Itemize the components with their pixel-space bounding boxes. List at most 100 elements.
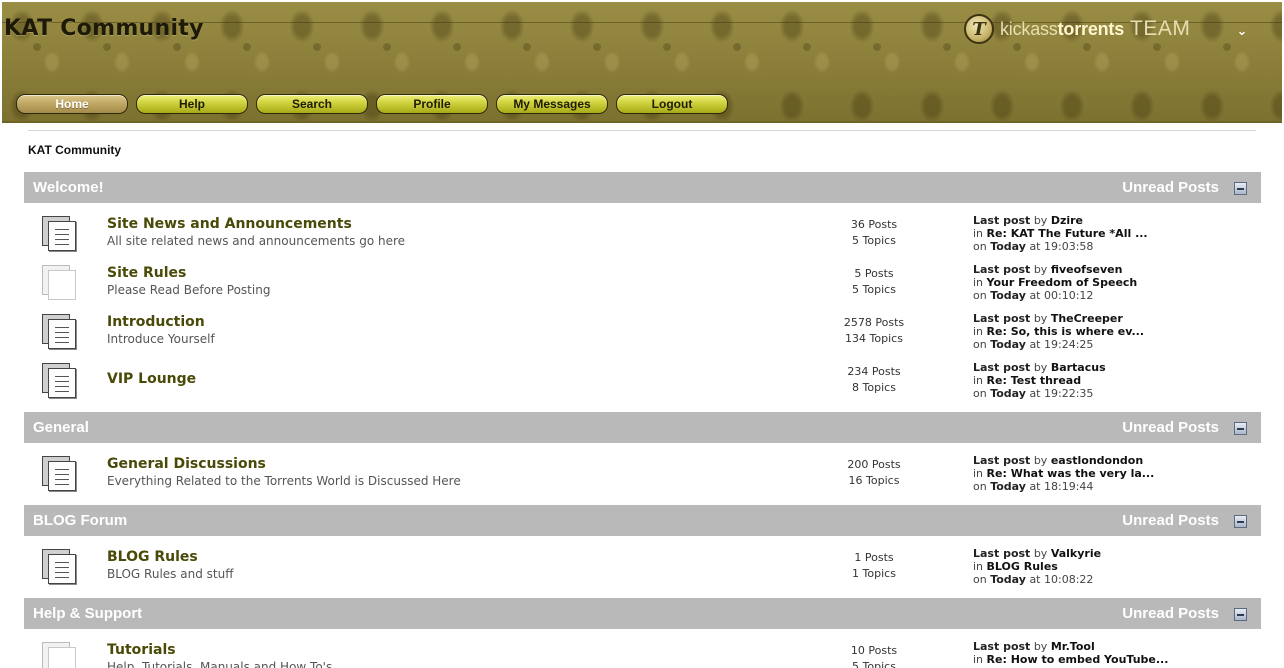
- last-post-time-line: on Today at 19:22:35: [973, 387, 1106, 400]
- last-post-topic-link[interactable]: Your Freedom of Speech: [987, 276, 1138, 289]
- doc-line: [55, 484, 69, 485]
- forum-title-link[interactable]: Site Rules: [107, 265, 186, 281]
- category-title[interactable]: General: [33, 419, 89, 436]
- post-count: 234 Posts: [847, 365, 901, 378]
- forum-title-link[interactable]: Introduction: [107, 314, 205, 330]
- nav-my-messages-button[interactable]: My Messages: [496, 94, 608, 114]
- logo-team: TEAM: [1130, 17, 1191, 40]
- collapse-icon[interactable]: [1234, 608, 1247, 621]
- unread-posts-link[interactable]: Unread Posts: [1122, 179, 1219, 196]
- unread-posts-link[interactable]: Unread Posts: [1122, 419, 1219, 436]
- forum-title-link[interactable]: Site News and Announcements: [107, 216, 352, 232]
- post-count: 36 Posts: [850, 218, 898, 231]
- last-post-time-line: on Today at 00:10:12: [973, 289, 1137, 302]
- doc-front-shape: [48, 221, 76, 251]
- category-title[interactable]: BLOG Forum: [33, 512, 127, 529]
- breadcrumb[interactable]: KAT Community: [28, 143, 121, 157]
- forum-description: All site related news and announcements …: [107, 234, 406, 248]
- forum-description: Introduce Yourself: [107, 332, 215, 346]
- last-post-label: Last post: [973, 312, 1031, 325]
- last-post-user-link[interactable]: Mr.Tool: [1051, 640, 1095, 653]
- last-post-info: Last post by fiveofseven in Your Freedom …: [973, 263, 1137, 302]
- last-post-topic-link[interactable]: Re: KAT The Future *All ...: [987, 227, 1148, 240]
- doc-line: [55, 479, 69, 480]
- last-post-user-link[interactable]: fiveofseven: [1051, 263, 1123, 276]
- last-post-label: Last post: [973, 454, 1031, 467]
- topic-count: 8 Topics: [852, 381, 896, 394]
- category-title[interactable]: Help & Support: [33, 605, 142, 622]
- forum-row: Site News and Announcements All site rela…: [24, 209, 1261, 258]
- forum-title-link[interactable]: VIP Lounge: [107, 371, 196, 387]
- nav-profile-button[interactable]: Profile: [376, 94, 488, 114]
- in-label: in: [973, 560, 984, 573]
- forum-title-link[interactable]: BLOG Rules: [107, 549, 198, 565]
- at-label: at: [1029, 480, 1041, 493]
- last-post-time-line: on Today at 10:08:22: [973, 573, 1101, 586]
- logo-badge-icon: T: [964, 14, 994, 44]
- nav-home-button[interactable]: Home: [16, 94, 128, 114]
- on-label: on: [973, 573, 987, 586]
- doc-line: [55, 381, 69, 382]
- unread-posts-link[interactable]: Unread Posts: [1122, 605, 1219, 622]
- forum-unread-icon: [40, 361, 80, 401]
- last-post-user-link[interactable]: Bartacus: [1051, 361, 1106, 374]
- post-count: 200 Posts: [847, 458, 901, 471]
- last-post-user-link[interactable]: Dzire: [1051, 214, 1083, 227]
- last-post-info: Last post by Valkyrie in BLOG Rules on Tod…: [973, 547, 1101, 586]
- last-post-label: Last post: [973, 361, 1031, 374]
- at-label: at: [1029, 240, 1041, 253]
- forum-description: Everything Related to the Torrents World…: [107, 474, 461, 488]
- topic-count: 16 Topics: [848, 474, 900, 487]
- doc-line: [55, 391, 69, 392]
- last-post-time: 10:08:22: [1044, 573, 1094, 586]
- doc-line: [55, 244, 69, 245]
- doc-line: [55, 342, 69, 343]
- forum-read-icon: [40, 263, 80, 303]
- collapse-icon[interactable]: [1234, 422, 1247, 435]
- last-post-user-link[interactable]: Valkyrie: [1051, 547, 1101, 560]
- post-count: 10 Posts: [850, 644, 898, 657]
- forum-title-link[interactable]: Tutorials: [107, 642, 176, 658]
- kat-team-logo[interactable]: T kickasstorrents TEAM: [964, 12, 1190, 46]
- last-post-topic-link[interactable]: Re: Test thread: [987, 374, 1082, 387]
- site-title[interactable]: KAT Community: [4, 16, 204, 41]
- breadcrumb-divider: [28, 130, 1256, 131]
- forum-row: Site Rules Please Read Before Posting 5 Po…: [24, 258, 1261, 307]
- today-label: Today: [990, 289, 1026, 302]
- last-post-line: Last post by Mr.Tool: [973, 640, 1168, 653]
- forum-unread-icon: [40, 454, 80, 494]
- chevron-down-icon[interactable]: ⌄: [1234, 24, 1250, 40]
- collapse-icon[interactable]: [1234, 515, 1247, 528]
- topic-count: 1 Topics: [852, 567, 896, 580]
- forum-title-link[interactable]: General Discussions: [107, 456, 266, 472]
- last-post-user-link[interactable]: eastlondondon: [1051, 454, 1143, 467]
- last-post-user-link[interactable]: TheCreeper: [1051, 312, 1123, 325]
- last-post-topic-link[interactable]: Re: What was the very la...: [987, 467, 1155, 480]
- last-post-topic-link[interactable]: BLOG Rules: [987, 560, 1058, 573]
- last-post-topic-link[interactable]: Re: So, this is where ev...: [987, 325, 1144, 338]
- doc-line: [55, 562, 69, 563]
- doc-front-shape: [48, 461, 76, 491]
- last-post-label: Last post: [973, 214, 1031, 227]
- post-count: 1 Posts: [854, 551, 894, 564]
- last-post-topic-link[interactable]: Re: How to embed YouTube...: [987, 653, 1169, 666]
- last-post-time: 19:03:58: [1044, 240, 1094, 253]
- today-label: Today: [990, 573, 1026, 586]
- last-post-line: Last post by Bartacus: [973, 361, 1106, 374]
- forum-description: BLOG Rules and stuff: [107, 567, 234, 581]
- doc-front-shape: [48, 647, 76, 668]
- forum-row: General Discussions Everything Related to…: [24, 449, 1261, 498]
- unread-posts-link[interactable]: Unread Posts: [1122, 512, 1219, 529]
- category-title[interactable]: Welcome!: [33, 179, 104, 196]
- nav-help-button[interactable]: Help: [136, 94, 248, 114]
- collapse-icon[interactable]: [1234, 182, 1247, 195]
- on-label: on: [973, 480, 987, 493]
- logo-torrents: torrents: [1057, 18, 1125, 39]
- logo-wordmark: kickasstorrents: [1000, 19, 1124, 40]
- nav-search-button[interactable]: Search: [256, 94, 368, 114]
- forum-unread-icon: [40, 214, 80, 254]
- last-post-info: Last post by Dzire in Re: KAT The Future …: [973, 214, 1148, 253]
- nav-logout-button[interactable]: Logout: [616, 94, 728, 114]
- last-post-info: Last post by TheCreeper in Re: So, this i…: [973, 312, 1144, 351]
- last-post-time-line: on Today at 19:24:25: [973, 338, 1144, 351]
